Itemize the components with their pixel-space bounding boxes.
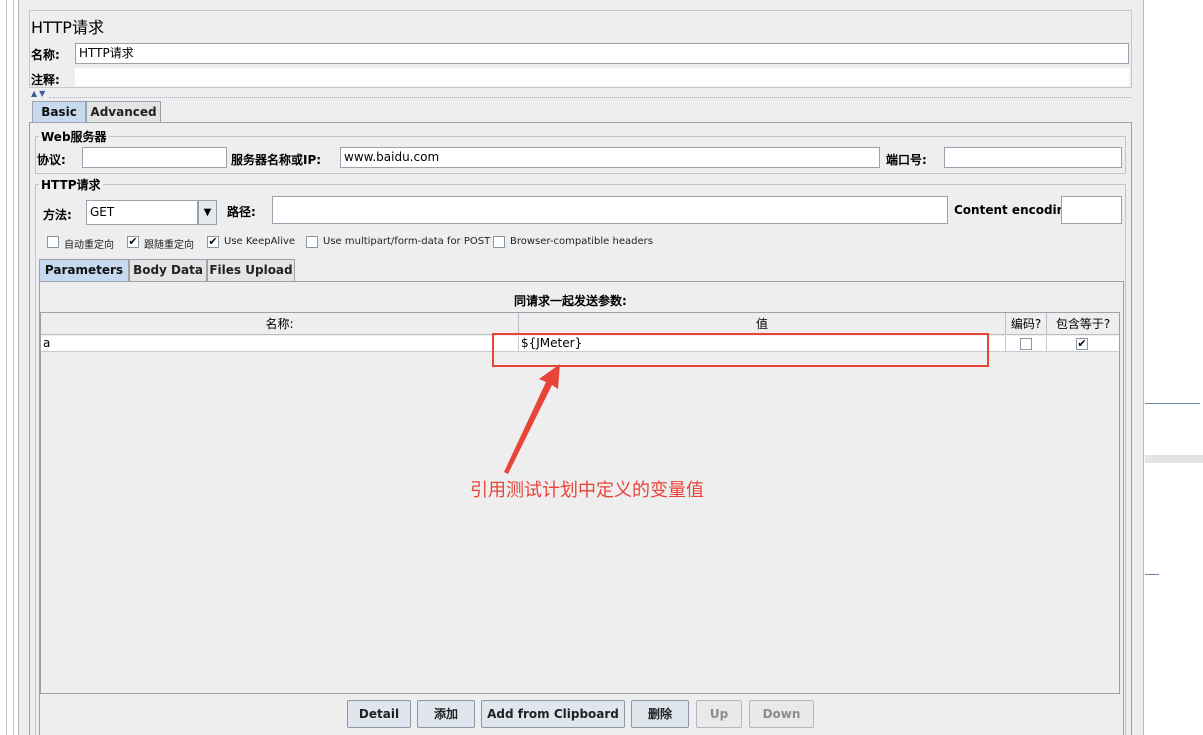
encoding-input[interactable] [1061,196,1122,224]
web-server-title: Web服务器 [39,128,109,145]
column-header-value[interactable]: 值 [519,313,1006,335]
http-request-panel: HTTP请求 名称: HTTP请求 注释: ▲▼ Basic Advanced … [18,0,1144,735]
tab-basic[interactable]: Basic [32,101,86,123]
include-equals-checkbox[interactable]: ✔ [1076,338,1088,350]
divider-line [1145,403,1200,404]
name-label: 名称: [31,48,60,62]
port-input[interactable] [944,147,1122,168]
encode-checkbox[interactable] [1020,338,1032,350]
server-input[interactable]: www.baidu.com [340,147,880,168]
tab-files-upload[interactable]: Files Upload [207,259,295,281]
method-select[interactable]: GET [86,200,198,225]
detail-button[interactable]: Detail [347,700,411,728]
method-label: 方法: [43,208,72,222]
comment-label: 注释: [31,73,60,87]
add-from-clipboard-button[interactable]: Add from Clipboard [481,700,625,728]
collapse-arrows-icon[interactable]: ▲▼ [31,89,47,98]
tab-advanced[interactable]: Advanced [86,101,161,123]
browser-headers-checkbox[interactable] [493,236,505,248]
right-background [1145,0,1203,735]
check-icon: ✔ [208,235,218,248]
annotation-arrow-icon [504,364,560,474]
table-cell-include-equals[interactable]: ✔ [1047,336,1119,352]
auto-redirect-label: 自动重定向 [64,240,114,251]
path-input[interactable] [272,196,948,224]
name-field[interactable]: HTTP请求 [75,43,1129,64]
protocol-label: 协议: [37,153,66,167]
port-label: 端口号: [886,153,927,167]
params-table[interactable]: 名称: 值 编码? 包含等于? a ${JMeter} ✔ [40,312,1120,694]
column-header-name[interactable]: 名称: [41,313,519,335]
check-icon: ✔ [128,235,138,248]
follow-redirect-label: 跟随重定向 [144,240,194,251]
annotation-text: 引用测试计划中定义的变量值 [470,480,704,501]
down-button[interactable]: Down [749,700,814,728]
divider-line [1145,574,1159,575]
check-icon: ✔ [1077,337,1087,350]
params-caption: 同请求一起发送参数: [514,294,627,308]
chevron-down-icon: ▼ [203,207,212,218]
edge-line [6,0,7,735]
table-cell-encode[interactable] [1006,336,1047,352]
encoding-label: Content encoding: [954,203,1079,217]
delete-button[interactable]: 删除 [631,700,689,728]
keepalive-label: Use KeepAlive [224,236,296,247]
comment-field[interactable] [75,68,1129,86]
tab-parameters[interactable]: Parameters [39,259,129,281]
http-request-title: HTTP请求 [39,176,103,193]
multipart-checkbox[interactable] [306,236,318,248]
divider-band [1145,455,1203,463]
up-button[interactable]: Up [696,700,742,728]
tab-body-data[interactable]: Body Data [129,259,207,281]
auto-redirect-checkbox[interactable] [47,236,59,248]
split-divider[interactable] [49,97,1131,101]
left-edge [0,0,18,735]
follow-redirect-checkbox[interactable]: ✔ [127,236,139,248]
column-header-include-equals[interactable]: 包含等于? [1047,313,1119,335]
table-cell-name[interactable]: a [41,336,519,352]
protocol-input[interactable] [82,147,227,168]
keepalive-checkbox[interactable]: ✔ [207,236,219,248]
column-header-encode[interactable]: 编码? [1006,313,1047,335]
path-label: 路径: [227,205,256,219]
method-dropdown-button[interactable]: ▼ [198,200,217,225]
page-title: HTTP请求 [31,18,104,37]
multipart-label: Use multipart/form-data for POST [323,236,491,247]
browser-headers-label: Browser-compatible headers [510,236,653,247]
edge-line [13,0,14,735]
add-button[interactable]: 添加 [417,700,475,728]
server-label: 服务器名称或IP: [231,153,322,167]
